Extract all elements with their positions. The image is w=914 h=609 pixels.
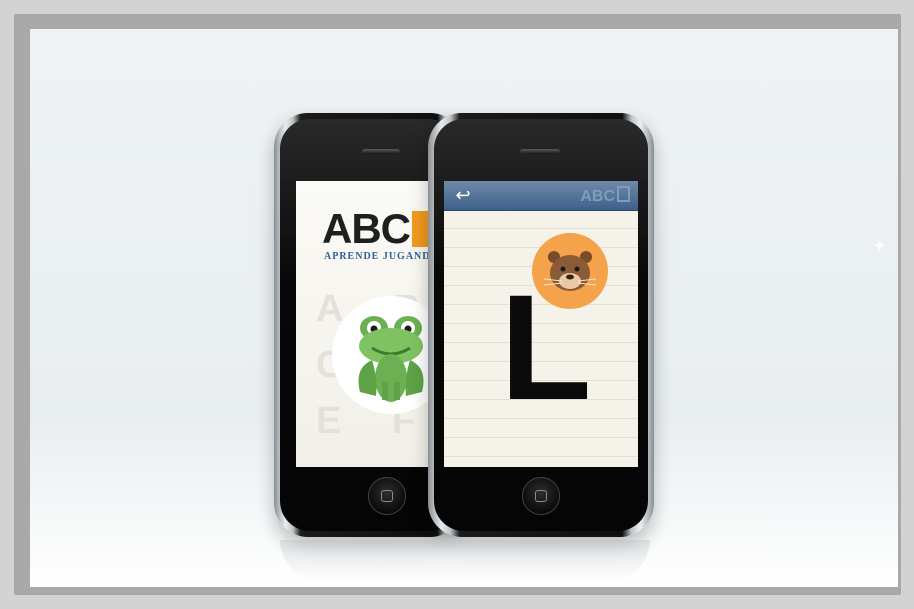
home-square-icon xyxy=(535,490,547,502)
undo-arrow-icon[interactable]: ↩ xyxy=(452,184,474,206)
nav-title-text: ABC xyxy=(580,188,615,205)
app-logo-text: ABC xyxy=(322,205,411,252)
phone-reflection xyxy=(280,540,650,580)
current-letter: L xyxy=(500,263,592,431)
home-square-icon xyxy=(381,490,393,502)
speaker-grille xyxy=(520,149,560,154)
sparkle-icon: ✦ xyxy=(872,236,888,256)
home-button[interactable] xyxy=(368,477,406,515)
home-button[interactable] xyxy=(522,477,560,515)
book-icon xyxy=(617,186,630,202)
phone-front: ↩ ABC L xyxy=(428,113,654,537)
speaker-grille xyxy=(362,149,400,154)
app-logo: ABC xyxy=(322,205,436,253)
app-tagline: APRENDE JUGANDO xyxy=(324,251,440,262)
nav-title: ABC xyxy=(580,186,630,206)
phone-front-screen: ↩ ABC L xyxy=(444,181,638,467)
nav-bar: ↩ ABC xyxy=(444,181,638,211)
